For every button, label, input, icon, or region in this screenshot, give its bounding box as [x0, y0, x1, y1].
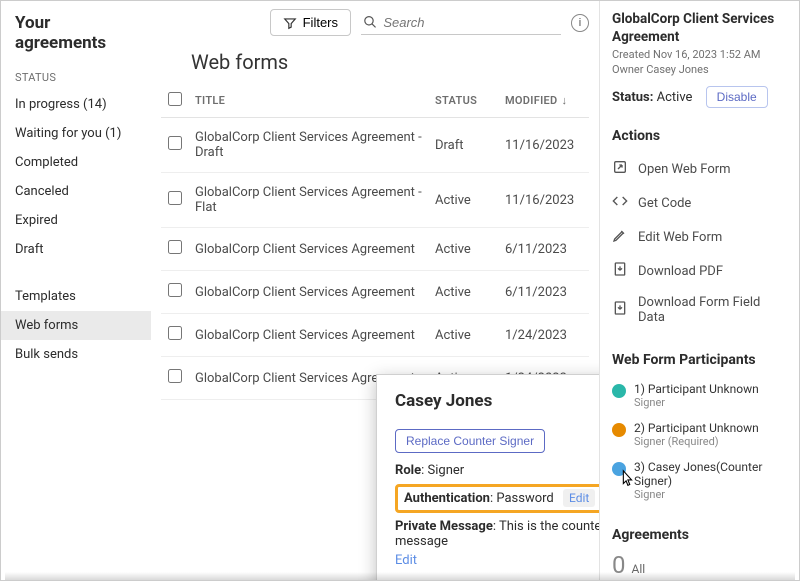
- participants-heading: Web Form Participants: [612, 352, 789, 368]
- table-row[interactable]: GlobalCorp Client Services AgreementActi…: [161, 228, 589, 271]
- col-title[interactable]: TITLE: [189, 84, 429, 118]
- search-icon: [363, 14, 377, 30]
- sidebar: Your agreements STATUS In progress (14)W…: [1, 1, 151, 580]
- action-data[interactable]: Download Form Field Data: [612, 288, 789, 332]
- edit-icon: [612, 227, 628, 247]
- search-field[interactable]: [361, 10, 561, 35]
- action-pdf[interactable]: Download PDF: [612, 254, 789, 288]
- nav-item[interactable]: Templates: [1, 282, 151, 311]
- cell-modified: 11/16/2023: [499, 118, 589, 173]
- row-checkbox[interactable]: [168, 136, 182, 150]
- table-row[interactable]: GlobalCorp Client Services AgreementActi…: [161, 314, 589, 357]
- sort-down-icon: ↓: [562, 94, 568, 107]
- page-title: Your agreements: [1, 13, 151, 71]
- cell-modified: 1/24/2023: [499, 314, 589, 357]
- actions-heading: Actions: [612, 128, 789, 144]
- cell-title: GlobalCorp Client Services Agreement: [189, 271, 429, 314]
- nav-item[interactable]: Bulk sends: [1, 340, 151, 369]
- owner: Owner Casey Jones: [612, 63, 789, 76]
- cell-status: Active: [429, 228, 499, 271]
- cell-title: GlobalCorp Client Services Agreement - D…: [189, 118, 429, 173]
- agreements-count: 0All: [612, 551, 789, 579]
- created-date: Created Nov 16, 2023 1:52 AM: [612, 48, 789, 61]
- main-heading: Web forms: [191, 50, 589, 74]
- counter-signer-popover: Casey Jones Replace Counter Signer Role:…: [376, 374, 599, 580]
- row-checkbox[interactable]: [168, 240, 182, 254]
- status-row: Status: Active Disable: [612, 86, 789, 108]
- participant-dot-icon: [612, 462, 626, 476]
- row-checkbox[interactable]: [168, 191, 182, 205]
- cell-modified: 11/16/2023: [499, 173, 589, 228]
- status-heading: STATUS: [1, 71, 151, 90]
- popover-name: Casey Jones: [395, 391, 599, 411]
- disable-button[interactable]: Disable: [706, 86, 768, 108]
- details-panel: GlobalCorp Client Services Agreement Cre…: [599, 1, 799, 580]
- toolbar: Filters i: [161, 9, 589, 36]
- table-row[interactable]: GlobalCorp Client Services Agreement - D…: [161, 118, 589, 173]
- role-row: Role: Signer: [395, 463, 599, 478]
- table-row[interactable]: GlobalCorp Client Services Agreement - F…: [161, 173, 589, 228]
- agreement-title: GlobalCorp Client Services Agreement: [612, 11, 789, 46]
- agreements-heading: Agreements: [612, 527, 789, 543]
- cell-modified: 6/11/2023: [499, 228, 589, 271]
- cell-status: Active: [429, 271, 499, 314]
- nav-item[interactable]: Canceled: [1, 177, 151, 206]
- participant-item[interactable]: 3) Casey Jones(Counter Signer)Signer: [612, 454, 789, 507]
- privmsg-edit-link[interactable]: Edit: [395, 553, 417, 568]
- cell-title: GlobalCorp Client Services Agreement: [189, 314, 429, 357]
- replace-counter-signer-button[interactable]: Replace Counter Signer: [395, 429, 545, 453]
- participant-item[interactable]: 2) Participant UnknownSigner (Required): [612, 415, 789, 454]
- select-all-checkbox[interactable]: [168, 92, 182, 106]
- main-content: Filters i Web forms TITLE STATUS MODIFIE…: [151, 1, 599, 580]
- pdf-icon: [612, 261, 628, 281]
- open-icon: [612, 159, 628, 179]
- cell-status: Active: [429, 314, 499, 357]
- row-checkbox[interactable]: [168, 283, 182, 297]
- row-checkbox[interactable]: [168, 326, 182, 340]
- col-modified[interactable]: MODIFIED↓: [499, 84, 589, 118]
- data-icon: [612, 300, 628, 320]
- participant-dot-icon: [612, 384, 626, 398]
- action-edit[interactable]: Edit Web Form: [612, 220, 789, 254]
- cell-title: GlobalCorp Client Services Agreement - F…: [189, 173, 429, 228]
- search-input[interactable]: [383, 15, 559, 30]
- filter-icon: [283, 16, 297, 30]
- private-message-row: Private Message: This is the counter-sig…: [395, 519, 599, 568]
- table-row[interactable]: GlobalCorp Client Services AgreementActi…: [161, 271, 589, 314]
- row-checkbox[interactable]: [168, 369, 182, 383]
- col-status[interactable]: STATUS: [429, 84, 499, 118]
- cell-status: Draft: [429, 118, 499, 173]
- authentication-row: Authentication: Password Edit: [395, 484, 599, 513]
- cell-title: GlobalCorp Client Services Agreement: [189, 228, 429, 271]
- auth-edit-link[interactable]: Edit: [563, 489, 595, 507]
- cell-status: Active: [429, 173, 499, 228]
- nav-item[interactable]: Waiting for you (1): [1, 119, 151, 148]
- nav-item[interactable]: Web forms: [1, 311, 151, 340]
- action-code[interactable]: Get Code: [612, 186, 789, 220]
- filters-label: Filters: [303, 15, 338, 30]
- nav-item[interactable]: Completed: [1, 148, 151, 177]
- code-icon: [612, 193, 628, 213]
- action-open[interactable]: Open Web Form: [612, 152, 789, 186]
- nav-item[interactable]: Draft: [1, 235, 151, 264]
- cell-modified: 6/11/2023: [499, 271, 589, 314]
- info-icon[interactable]: i: [571, 14, 589, 32]
- nav-item[interactable]: Expired: [1, 206, 151, 235]
- participant-dot-icon: [612, 423, 626, 437]
- filters-button[interactable]: Filters: [270, 9, 351, 36]
- nav-item[interactable]: In progress (14): [1, 90, 151, 119]
- webforms-table: TITLE STATUS MODIFIED↓ GlobalCorp Client…: [161, 84, 589, 400]
- participant-item[interactable]: 1) Participant UnknownSigner: [612, 376, 789, 415]
